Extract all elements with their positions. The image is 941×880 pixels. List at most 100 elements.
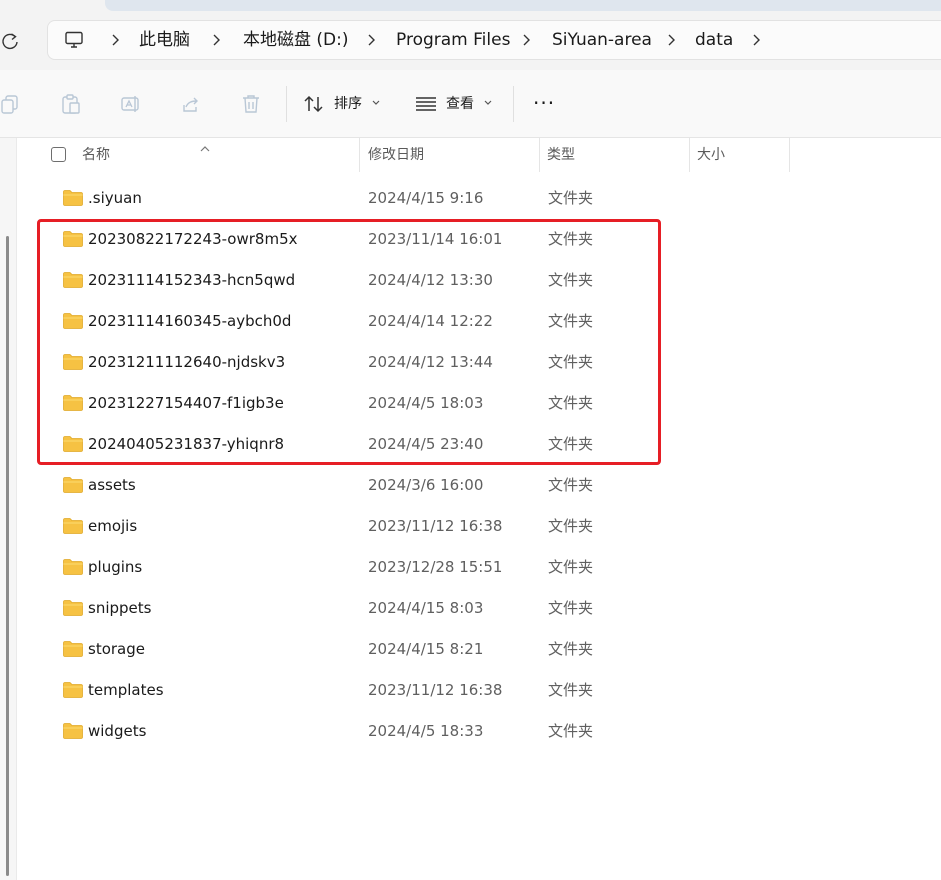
file-name: 20231114152343-hcn5qwd (88, 271, 296, 289)
folder-icon (63, 313, 83, 329)
folder-icon (63, 682, 83, 698)
chevron-right-icon[interactable] (666, 32, 676, 48)
view-button[interactable]: 查看 (415, 92, 497, 116)
refresh-icon[interactable] (0, 30, 22, 52)
column-header-date[interactable]: 修改日期 (368, 138, 424, 172)
file-type: 文件夹 (548, 640, 594, 658)
file-row[interactable]: emojis 2023/11/12 16:38 文件夹 (40, 506, 660, 546)
chevron-down-icon (372, 100, 380, 105)
folder-icon (63, 190, 83, 206)
file-name: .siyuan (88, 189, 142, 207)
file-type: 文件夹 (548, 599, 594, 617)
paste-icon[interactable] (60, 93, 82, 115)
sort-ascending-icon (199, 138, 211, 152)
file-name: assets (88, 476, 136, 494)
select-all-checkbox[interactable] (51, 147, 66, 162)
sort-button[interactable]: 排序 (304, 92, 384, 116)
file-type: 文件夹 (548, 394, 594, 412)
folder-icon (63, 723, 83, 739)
breadcrumb-item-this-pc[interactable]: 此电脑 (139, 30, 190, 50)
file-row[interactable]: templates 2023/11/12 16:38 文件夹 (40, 670, 660, 710)
file-row[interactable]: 20231114160345-aybch0d 2024/4/14 12:22 文… (40, 301, 660, 341)
view-label: 查看 (446, 96, 474, 112)
file-name: widgets (88, 722, 147, 740)
chevron-right-icon[interactable] (366, 32, 376, 48)
column-header-name[interactable]: 名称 (82, 138, 110, 172)
file-row[interactable]: .siyuan 2024/4/15 9:16 文件夹 (40, 178, 660, 218)
file-type: 文件夹 (548, 681, 594, 699)
file-date: 2023/11/14 16:01 (368, 230, 503, 248)
file-date: 2024/4/15 8:21 (368, 640, 484, 658)
column-header-size[interactable]: 大小 (697, 138, 725, 172)
file-type: 文件夹 (548, 722, 594, 740)
file-type: 文件夹 (548, 353, 594, 371)
folder-icon (63, 231, 83, 247)
share-icon[interactable] (180, 93, 202, 115)
toolbar-divider (513, 86, 514, 122)
file-type: 文件夹 (548, 271, 594, 289)
file-name: storage (88, 640, 145, 658)
file-row[interactable]: 20230822172243-owr8m5x 2023/11/14 16:01 … (40, 219, 660, 259)
chevron-right-icon[interactable] (521, 32, 531, 48)
file-row[interactable]: plugins 2023/12/28 15:51 文件夹 (40, 547, 660, 587)
more-icon[interactable]: ··· (533, 93, 555, 113)
navigation-scrollbar[interactable] (6, 236, 9, 876)
file-type: 文件夹 (548, 312, 594, 330)
column-divider[interactable] (789, 138, 790, 172)
file-name: 20230822172243-owr8m5x (88, 230, 298, 248)
file-row[interactable]: assets 2024/3/6 16:00 文件夹 (40, 465, 660, 505)
file-date: 2024/4/14 12:22 (368, 312, 493, 330)
delete-icon[interactable] (240, 93, 262, 115)
file-type: 文件夹 (548, 476, 594, 494)
breadcrumb[interactable]: 此电脑 本地磁盘 (D:) Program Files SiYuan-area … (47, 20, 941, 60)
folder-icon (63, 477, 83, 493)
address-bar-region: 此电脑 本地磁盘 (D:) Program Files SiYuan-area … (0, 0, 941, 70)
column-divider[interactable] (539, 138, 540, 172)
column-divider[interactable] (359, 138, 360, 172)
folder-icon (63, 518, 83, 534)
column-divider[interactable] (689, 138, 690, 172)
rename-icon[interactable] (120, 93, 142, 115)
file-date: 2024/4/15 9:16 (368, 189, 484, 207)
tab-strip (105, 0, 941, 11)
column-header-type[interactable]: 类型 (547, 138, 575, 172)
file-type: 文件夹 (548, 517, 594, 535)
file-row[interactable]: 20231227154407-f1igb3e 2024/4/5 18:03 文件… (40, 383, 660, 423)
file-row[interactable]: 20231211112640-njdskv3 2024/4/12 13:44 文… (40, 342, 660, 382)
computer-icon[interactable] (64, 30, 84, 50)
file-row[interactable]: 20240405231837-yhiqnr8 2024/4/5 23:40 文件… (40, 424, 660, 464)
file-name: 20240405231837-yhiqnr8 (88, 435, 285, 453)
folder-icon (63, 354, 83, 370)
file-name: emojis (88, 517, 138, 535)
file-row[interactable]: snippets 2024/4/15 8:03 文件夹 (40, 588, 660, 628)
file-type: 文件夹 (548, 435, 594, 453)
breadcrumb-item-program-files[interactable]: Program Files (396, 30, 510, 50)
file-date: 2024/4/5 18:03 (368, 394, 484, 412)
command-bar: 排序 查看 ··· (0, 70, 941, 138)
file-type: 文件夹 (548, 230, 594, 248)
file-date: 2023/11/12 16:38 (368, 681, 503, 699)
folder-icon (63, 559, 83, 575)
file-row[interactable]: 20231114152343-hcn5qwd 2024/4/12 13:30 文… (40, 260, 660, 300)
file-type: 文件夹 (548, 558, 594, 576)
breadcrumb-item-drive-d[interactable]: 本地磁盘 (D:) (243, 30, 349, 50)
file-row[interactable]: storage 2024/4/15 8:21 文件夹 (40, 629, 660, 669)
file-date: 2023/12/28 15:51 (368, 558, 503, 576)
file-date: 2024/4/12 13:44 (368, 353, 493, 371)
breadcrumb-item-siyuan-area[interactable]: SiYuan-area (552, 30, 652, 50)
file-date: 2024/4/5 18:33 (368, 722, 484, 740)
file-date: 2024/3/6 16:00 (368, 476, 484, 494)
folder-icon (63, 395, 83, 411)
file-date: 2024/4/12 13:30 (368, 271, 493, 289)
folder-icon (63, 600, 83, 616)
folder-icon (63, 272, 83, 288)
folder-icon (63, 436, 83, 452)
breadcrumb-item-data[interactable]: data (695, 30, 733, 50)
chevron-right-icon[interactable] (110, 32, 120, 48)
chevron-right-icon[interactable] (211, 32, 221, 48)
toolbar-divider (286, 86, 287, 122)
folder-icon (63, 641, 83, 657)
chevron-right-icon[interactable] (751, 32, 761, 48)
copy-icon[interactable] (0, 93, 22, 115)
file-row[interactable]: widgets 2024/4/5 18:33 文件夹 (40, 711, 660, 751)
